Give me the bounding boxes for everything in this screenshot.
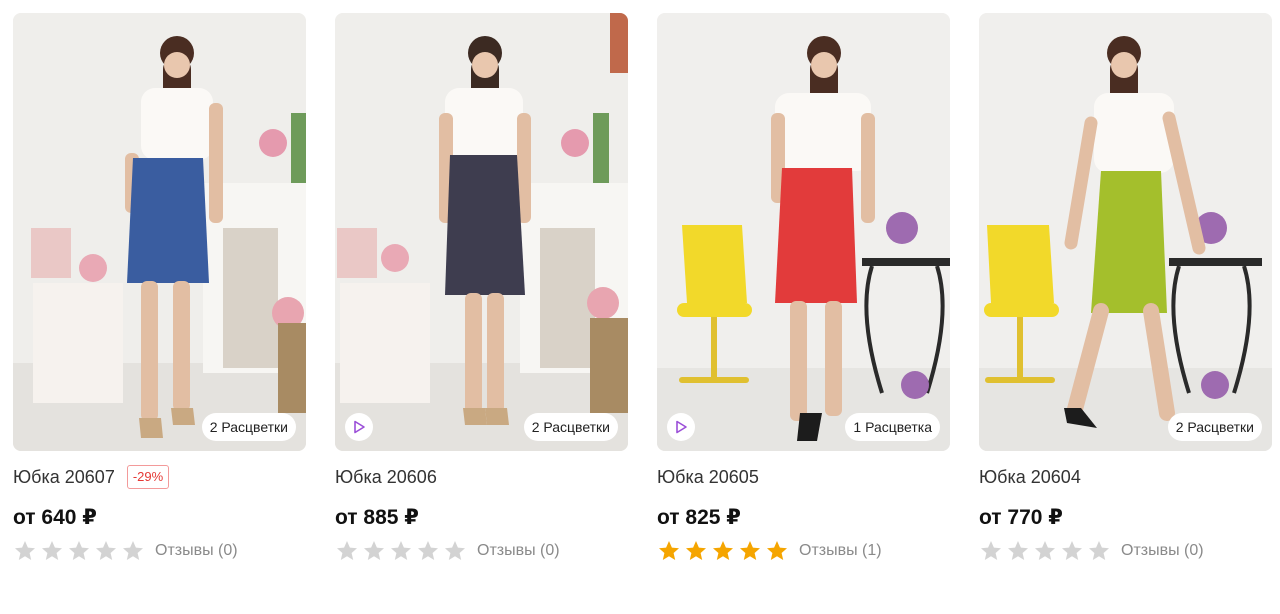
rating-stars <box>657 540 789 562</box>
play-icon <box>676 420 687 434</box>
product-card[interactable]: 2 Расцветки Юбка 20606 от 885 ₽ Отзывы (… <box>335 13 628 562</box>
star-icon <box>981 541 1001 560</box>
reviews-link[interactable]: Отзывы (0) <box>1121 542 1204 560</box>
rating-row: Отзывы (0) <box>979 540 1272 562</box>
title-row: Юбка 20607 -29% <box>13 464 306 490</box>
discount-badge: -29% <box>126 465 170 489</box>
colors-count-badge[interactable]: 2 Расцветки <box>201 413 296 441</box>
product-grid: 2 Расцветки Юбка 20607 -29% от 640 ₽ Отз… <box>0 0 1280 614</box>
product-title[interactable]: Юбка 20606 <box>335 467 437 488</box>
star-icon <box>337 541 357 560</box>
rating-row: Отзывы (1) <box>657 540 950 562</box>
star-icon <box>1035 541 1055 560</box>
product-photo[interactable]: 2 Расцветки <box>979 13 1272 451</box>
product-image <box>979 13 1272 451</box>
star-icon <box>1008 541 1028 560</box>
rating-stars <box>13 540 145 562</box>
product-title[interactable]: Юбка 20607 <box>13 467 115 488</box>
rating-stars <box>335 540 467 562</box>
star-icon <box>686 541 706 560</box>
play-video-button[interactable] <box>667 413 695 441</box>
product-image <box>335 13 628 451</box>
rating-stars <box>979 540 1111 562</box>
play-icon <box>354 420 365 434</box>
star-icon <box>391 541 411 560</box>
reviews-link[interactable]: Отзывы (1) <box>799 542 882 560</box>
product-card[interactable]: 2 Расцветки Юбка 20604 от 770 ₽ Отзывы (… <box>979 13 1272 562</box>
star-icon <box>659 541 679 560</box>
title-row: Юбка 20604 <box>979 464 1272 490</box>
colors-count-badge[interactable]: 2 Расцветки <box>523 413 618 441</box>
product-price: от 885 ₽ <box>335 506 419 529</box>
star-icon <box>69 541 89 560</box>
star-icon <box>1062 541 1082 560</box>
product-price: от 825 ₽ <box>657 506 741 529</box>
product-photo[interactable]: 1 Расцветка <box>657 13 950 451</box>
colors-count-badge[interactable]: 1 Расцветка <box>845 413 940 441</box>
rating-row: Отзывы (0) <box>335 540 628 562</box>
star-icon <box>445 541 465 560</box>
star-icon <box>364 541 384 560</box>
reviews-link[interactable]: Отзывы (0) <box>477 542 560 560</box>
star-icon <box>123 541 143 560</box>
product-photo[interactable]: 2 Расцветки <box>335 13 628 451</box>
product-image <box>657 13 950 451</box>
rating-row: Отзывы (0) <box>13 540 306 562</box>
product-title[interactable]: Юбка 20604 <box>979 467 1081 488</box>
star-icon <box>713 541 733 560</box>
star-icon <box>767 541 787 560</box>
star-icon <box>740 541 760 560</box>
star-icon <box>1089 541 1109 560</box>
play-video-button[interactable] <box>345 413 373 441</box>
product-photo[interactable]: 2 Расцветки <box>13 13 306 451</box>
star-icon <box>96 541 116 560</box>
product-price: от 770 ₽ <box>979 506 1063 529</box>
product-image <box>13 13 306 451</box>
reviews-link[interactable]: Отзывы (0) <box>155 542 238 560</box>
product-card[interactable]: 1 Расцветка Юбка 20605 от 825 ₽ Отзывы (… <box>657 13 950 562</box>
star-icon <box>42 541 62 560</box>
star-icon <box>418 541 438 560</box>
title-row: Юбка 20606 <box>335 464 628 490</box>
product-title[interactable]: Юбка 20605 <box>657 467 759 488</box>
title-row: Юбка 20605 <box>657 464 950 490</box>
star-icon <box>15 541 35 560</box>
product-card[interactable]: 2 Расцветки Юбка 20607 -29% от 640 ₽ Отз… <box>13 13 306 562</box>
product-price: от 640 ₽ <box>13 506 97 529</box>
colors-count-badge[interactable]: 2 Расцветки <box>1167 413 1262 441</box>
